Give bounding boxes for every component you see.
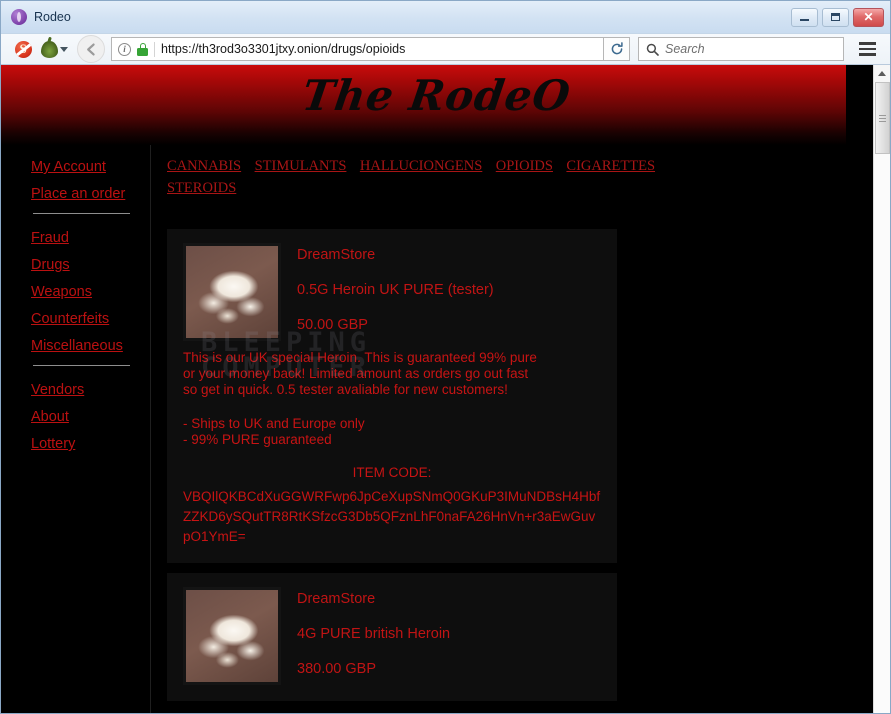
product-description: This is our UK special Heroin. This is g… (183, 350, 537, 397)
web-page: The RodeO My Account Place an order Frau… (1, 65, 873, 713)
scrollbar-thumb[interactable] (875, 82, 890, 154)
product-bullets: - Ships to UK and Europe only - 99% PURE… (183, 416, 365, 447)
sidebar-item-my-account[interactable]: My Account (31, 159, 150, 175)
sidebar-item-lottery[interactable]: Lottery (31, 436, 150, 452)
nav-item-stimulants[interactable]: STIMULANTS (255, 158, 347, 174)
product-image[interactable] (183, 243, 281, 341)
product-name[interactable]: 4G PURE british Heroin (297, 626, 450, 642)
padlock-icon[interactable] (137, 42, 148, 56)
category-nav: CANNABIS STIMULANTS HALLUCIONGENS OPIOID… (167, 155, 667, 205)
product-vendor[interactable]: DreamStore (297, 591, 450, 607)
item-code-value: VBQIlQKBCdXuGGWRFwp6JpCeXupSNmQ0GKuP3IMu… (183, 489, 601, 544)
tor-onion-icon (40, 40, 58, 58)
reload-icon (611, 42, 623, 55)
product-name[interactable]: 0.5G Heroin UK PURE (tester) (297, 282, 494, 298)
page-columns: My Account Place an order Fraud Drugs We… (1, 145, 873, 713)
search-input[interactable] (665, 42, 836, 56)
product-price: 50.00 GBP (297, 317, 368, 333)
sidebar-item-drugs[interactable]: Drugs (31, 257, 150, 273)
page-scrollbar[interactable] (873, 65, 890, 713)
site-info-icon[interactable]: i (118, 42, 131, 56)
main-content: CANNABIS STIMULANTS HALLUCIONGENS OPIOID… (151, 145, 873, 713)
onion-browser-icon (11, 9, 27, 25)
noscript-icon (14, 40, 32, 58)
reload-button[interactable] (604, 37, 630, 61)
nav-item-opioids[interactable]: OPIOIDS (496, 158, 553, 174)
minimize-button[interactable] (791, 7, 818, 27)
scroll-up-arrow-icon[interactable] (874, 65, 890, 82)
url-separator (154, 41, 155, 57)
search-icon (646, 43, 659, 56)
product-price: 380.00 GBP (297, 661, 376, 677)
product-header: DreamStore 4G PURE british Heroin 380.00… (183, 587, 601, 685)
product-meta: DreamStore 0.5G Heroin UK PURE (tester) … (297, 243, 494, 341)
product-header: DreamStore 0.5G Heroin UK PURE (tester) … (183, 243, 601, 341)
sidebar-item-fraud[interactable]: Fraud (31, 230, 150, 246)
sidebar-item-weapons[interactable]: Weapons (31, 284, 150, 300)
site-logo-title: The RodeO (299, 71, 574, 120)
back-arrow-icon (86, 43, 95, 55)
sidebar-item-vendors[interactable]: Vendors (31, 382, 150, 398)
browser-window: Rodeo ✕ i https://th3rod3o3301jtxy.onio (0, 0, 891, 714)
item-code-label: ITEM CODE: (352, 465, 432, 480)
title-bar: Rodeo ✕ (1, 1, 890, 33)
address-bar[interactable]: i https://th3rod3o3301jtxy.onion/drugs/o… (111, 37, 604, 61)
sidebar-item-counterfeits[interactable]: Counterfeits (31, 311, 150, 327)
nav-item-cigarettes[interactable]: CIGARETTES (566, 158, 655, 174)
search-box[interactable] (638, 37, 844, 61)
back-button[interactable] (77, 35, 105, 63)
sidebar-item-about[interactable]: About (31, 409, 150, 425)
browser-toolbar: i https://th3rod3o3301jtxy.onion/drugs/o… (1, 33, 890, 65)
chevron-down-icon (59, 46, 68, 52)
url-text: https://th3rod3o3301jtxy.onion/drugs/opi… (161, 42, 406, 56)
nav-item-steroids[interactable]: STEROIDS (167, 180, 236, 196)
sidebar-divider-2 (33, 365, 130, 366)
sidebar-divider-1 (33, 213, 130, 214)
scrollbar-track[interactable] (874, 82, 890, 713)
product-meta: DreamStore 4G PURE british Heroin 380.00… (297, 587, 450, 685)
window-controls: ✕ (791, 7, 884, 27)
hamburger-menu-icon[interactable] (852, 36, 882, 62)
sidebar-item-miscellaneous[interactable]: Miscellaneous (31, 338, 150, 354)
noscript-button[interactable] (9, 36, 37, 62)
window-title: Rodeo (34, 10, 71, 24)
nav-item-cannabis[interactable]: CANNABIS (167, 158, 241, 174)
nav-item-halluciongens[interactable]: HALLUCIONGENS (360, 158, 482, 174)
site-banner: The RodeO (1, 65, 873, 145)
torbutton[interactable] (37, 36, 71, 62)
close-button[interactable]: ✕ (853, 7, 884, 27)
page-viewport: The RodeO My Account Place an order Frau… (1, 65, 890, 713)
product-image[interactable] (183, 587, 281, 685)
product-listings: DreamStore 0.5G Heroin UK PURE (tester) … (167, 229, 873, 701)
product-card[interactable]: DreamStore 0.5G Heroin UK PURE (tester) … (167, 229, 617, 563)
product-vendor[interactable]: DreamStore (297, 247, 494, 263)
maximize-button[interactable] (822, 7, 849, 27)
sidebar: My Account Place an order Fraud Drugs We… (1, 145, 151, 713)
product-card[interactable]: DreamStore 4G PURE british Heroin 380.00… (167, 573, 617, 701)
banner-edge (846, 65, 872, 145)
sidebar-item-place-an-order[interactable]: Place an order (31, 186, 150, 202)
